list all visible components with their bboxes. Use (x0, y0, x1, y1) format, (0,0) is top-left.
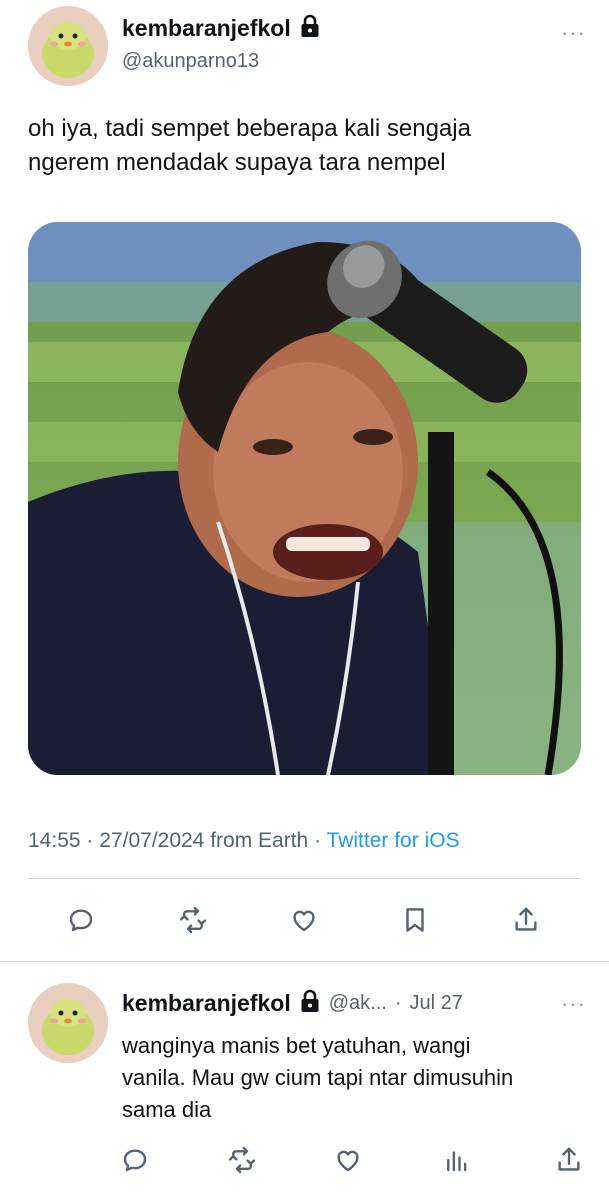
reply-text-line: sama dia (122, 1097, 212, 1122)
author-avatar[interactable] (28, 6, 108, 86)
like-icon (293, 910, 315, 932)
author-display-name[interactable]: kembaranjefkol (122, 15, 291, 42)
bookmark-icon (406, 908, 424, 932)
tweet-meta: 14:55 · 27/07/2024 from Earth · Twitter … (28, 829, 460, 853)
views-icon (447, 1151, 467, 1172)
reply-icon (69, 909, 93, 932)
lock-icon (299, 14, 321, 43)
reply-button[interactable] (61, 900, 101, 940)
meta-separator: · (314, 829, 322, 852)
tweet-source-link[interactable]: Twitter for iOS (327, 829, 460, 852)
tweet-text: oh iya, tadi sempet beberapa kali sengaj… (28, 112, 588, 180)
like-icon (337, 1150, 359, 1172)
reply-author-handle[interactable]: @ak... (329, 992, 387, 1015)
tweet-text-line: oh iya, tadi sempet beberapa kali sengaj… (28, 115, 471, 142)
reply-text: wanginya manis bet yatuhan, wangi vanila… (122, 1030, 592, 1126)
reply-text-line: wanginya manis bet yatuhan, wangi (122, 1033, 471, 1058)
share-button[interactable] (506, 900, 546, 940)
reply-author-avatar[interactable] (28, 983, 108, 1063)
more-options-icon[interactable]: ··· (561, 20, 586, 46)
meta-separator: · (86, 829, 94, 852)
lock-icon (299, 989, 321, 1018)
retweet-button[interactable] (173, 900, 213, 940)
tweet-media-image[interactable] (28, 222, 581, 775)
meme-photo (28, 222, 581, 775)
reply-text-line: vanila. Mau gw cium tapi ntar dimusuhin (122, 1065, 514, 1090)
tweet-time[interactable]: 14:55 (28, 829, 81, 852)
author-handle[interactable]: @akunparno13 (122, 50, 259, 73)
avatar-image (28, 983, 108, 1063)
reply-retweet-button[interactable] (222, 1140, 262, 1180)
meta-separator: · (394, 992, 402, 1014)
avatar-image (28, 6, 108, 86)
share-icon (515, 907, 537, 931)
reply-icon (123, 1149, 147, 1172)
reply-author-display-name[interactable]: kembaranjefkol (122, 990, 291, 1017)
tweet-location: from Earth (210, 829, 309, 852)
reply-views-button[interactable] (437, 1140, 477, 1180)
reply-share-button[interactable] (549, 1140, 589, 1180)
reply-date[interactable]: Jul 27 (410, 992, 463, 1015)
reply-like-button[interactable] (328, 1140, 368, 1180)
tweet-date[interactable]: 27/07/2024 (99, 829, 204, 852)
retweet-icon (179, 906, 207, 934)
section-divider (0, 961, 609, 962)
tweet-text-line: ngerem mendadak supaya tara nempel (28, 149, 446, 176)
retweet-icon (228, 1146, 256, 1174)
share-icon (558, 1147, 580, 1171)
reply-more-options-icon[interactable]: ··· (561, 991, 586, 1017)
reply-reply-button[interactable] (115, 1140, 155, 1180)
meta-divider (28, 878, 581, 879)
bookmark-button[interactable] (395, 900, 435, 940)
like-button[interactable] (284, 900, 324, 940)
